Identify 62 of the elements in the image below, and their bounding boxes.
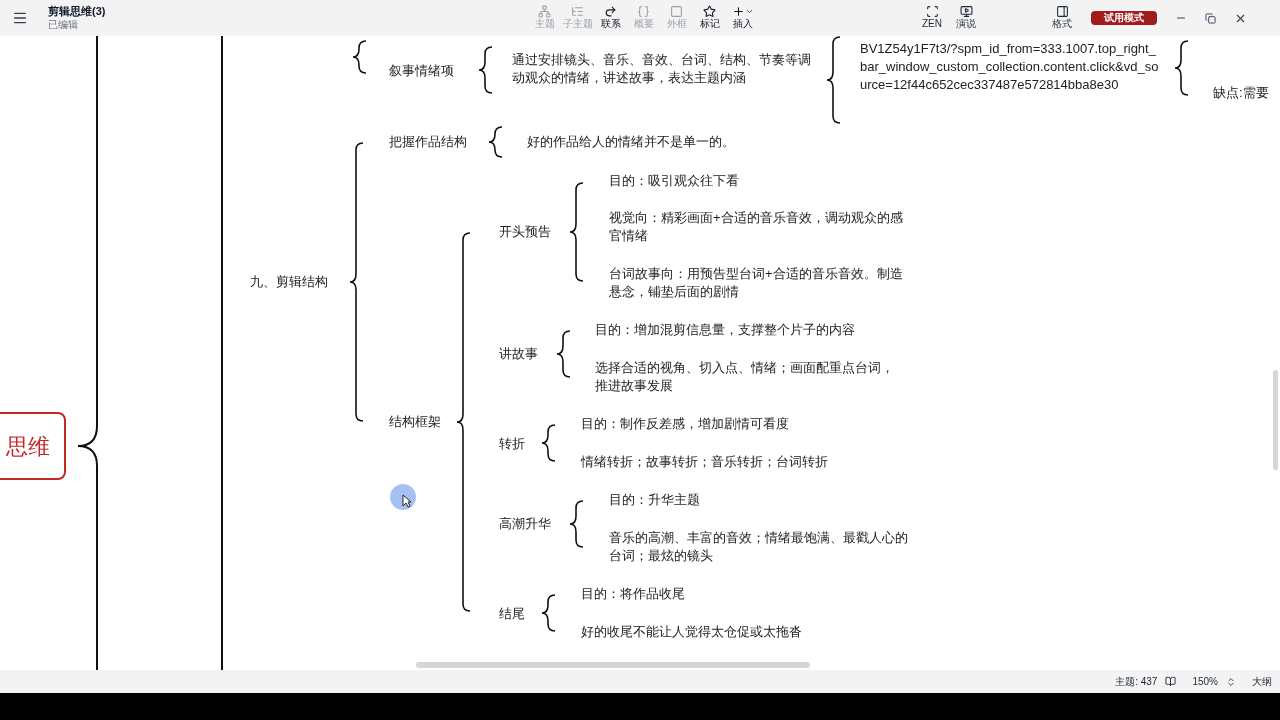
plus-icon [731,5,745,19]
document-title: 剪辑思维(3) [48,4,107,19]
topic-text[interactable]: 通过安排镜头、音乐、音效、台词、结构、节奏等调动观众的情绪，讲述故事，表达主题内涵 [512,51,812,87]
frame-icon [670,5,683,19]
link-text[interactable]: BV1Z54y1F7t3/?spm_id_from=333.1007.top_right_bar_window_custom_collection.content.click&vd_source=12f44c652cec337487e572814bba8e30 [860,40,1160,94]
brace-connector [488,126,502,158]
topic-text[interactable]: 把握作品结构 [389,133,467,151]
topic-text[interactable]: 开头预告 [499,223,551,241]
view-button[interactable]: ZEN [919,5,945,31]
play-screen-icon [959,5,973,19]
zoom-stepper-icon[interactable] [1226,676,1236,687]
brace-icon [637,5,650,19]
topic-text[interactable]: 台词故事向：用预告型台词+合适的音乐音效。制造悬念，铺垫后面的剧情 [609,265,914,301]
topic-text[interactable]: 讲故事 [499,345,538,363]
brace-connector [556,330,570,378]
topic-text[interactable]: 好的作品给人的情绪并不是单一的。 [527,133,735,151]
brace-connector [541,594,555,632]
curve-arrow-icon [604,5,617,19]
format-button[interactable]: 格式 [1049,5,1075,31]
panel-icon [1055,5,1069,19]
topic-text[interactable]: 转折 [499,435,525,453]
central-topic[interactable]: 思维 [0,412,66,480]
topic-text[interactable]: 高潮升华 [499,515,551,533]
trial-mode-button[interactable]: 试用模式 [1091,11,1157,25]
topic-icon [538,5,551,19]
zoom-level[interactable]: 150% [1192,674,1218,689]
view-button[interactable]: 演说 [953,5,979,31]
topic-text[interactable]: 情绪转折；故事转折；音乐转折；台词转折 [581,453,828,471]
topic-text[interactable]: 音乐的高潮、丰富的音效；情绪最饱满、最戳人心的台词；最炫的镜头 [609,529,909,565]
topic-text[interactable]: 目的：增加混剪信息量，支撑整个片子的内容 [595,321,855,339]
brace-connector [478,46,492,94]
topic-text[interactable]: 九、剪辑结构 [250,273,328,291]
topic-text[interactable]: 视觉向：精彩画面+合适的音乐音效，调动观众的感官情绪 [609,209,914,245]
toolbar-button[interactable]: 联系 [594,5,627,31]
book-icon[interactable] [1165,676,1177,687]
topic-text[interactable]: 缺点:需要 [1213,84,1269,102]
restore-icon[interactable] [1205,12,1216,24]
topic-text[interactable]: 结尾 [499,605,525,623]
topic-text[interactable]: 目的：升华主题 [609,491,700,509]
vertical-scrollbar[interactable] [1273,370,1278,470]
topic-text[interactable]: 结构框架 [389,413,441,431]
menu-icon[interactable] [12,10,28,26]
topic-text[interactable]: 目的：将作品收尾 [581,585,685,603]
outline-link[interactable]: 大纲 [1252,674,1272,689]
fullscreen-icon [925,5,939,19]
topic-text[interactable]: 选择合适的视角、切入点、情绪；画面配重点台词，推进故事发展 [595,359,895,395]
pointer-icon [402,494,411,508]
topic-text[interactable]: 好的收尾不能让人觉得太仓促或太拖沓 [581,623,802,641]
save-status: 已编辑 [48,18,79,32]
brace-connector [1174,40,1188,96]
toolbar-button[interactable]: 插入 [726,5,759,31]
toolbar-button[interactable]: 标记 [693,5,726,31]
brace-connector [352,40,366,74]
topic-text[interactable]: 目的：制作反差感，增加剧情可看度 [581,415,789,433]
topic-text[interactable]: 目的：吸引观众往下看 [609,172,739,190]
horizontal-scrollbar[interactable] [416,662,810,668]
brace-connector [569,500,583,548]
subtopic-icon [571,5,584,19]
star-icon [703,5,716,19]
topic-count: 主题: 437 [1115,675,1158,689]
topic-text[interactable]: 叙事情绪项 [389,62,454,80]
brace-connector [541,424,555,462]
